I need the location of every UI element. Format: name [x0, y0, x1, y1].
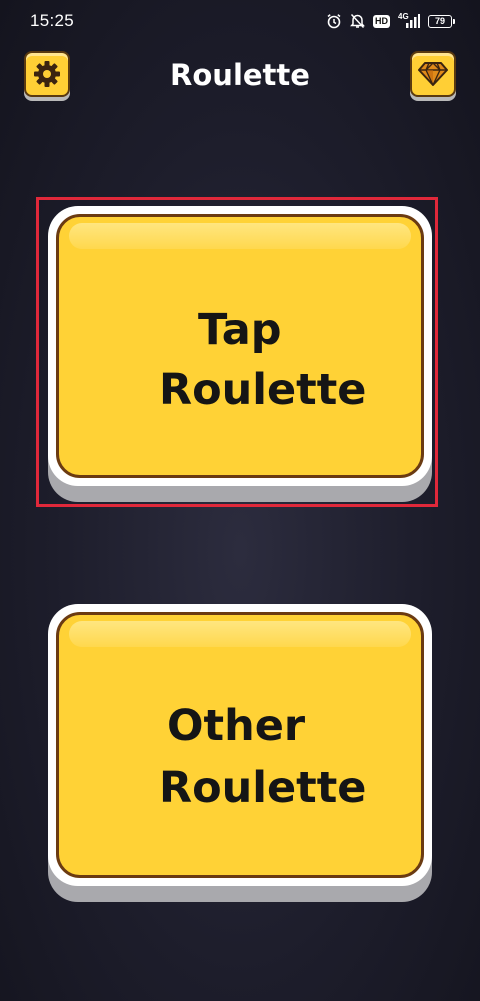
diamond-icon	[418, 61, 448, 87]
tap-roulette-button-face: Tap Roulette	[56, 214, 424, 478]
status-bar: 15:25 HD 4G 79	[0, 0, 480, 42]
tap-roulette-label-line1: Tap	[198, 305, 282, 355]
status-icons: HD 4G 79	[326, 12, 455, 29]
other-roulette-button-face: Other Roulette	[56, 612, 424, 878]
battery-level: 79	[434, 16, 445, 26]
battery-icon: 79	[428, 14, 455, 28]
tap-roulette-button[interactable]: Tap Roulette	[48, 206, 432, 486]
page-title: Roulette	[170, 58, 310, 92]
status-time: 15:25	[30, 11, 75, 30]
app-header: Roulette	[0, 48, 480, 108]
tap-roulette-label-line2: Roulette	[159, 365, 367, 415]
gem-button[interactable]	[410, 51, 456, 97]
other-roulette-label-line1: Other	[167, 701, 306, 751]
alarm-icon	[326, 13, 342, 29]
signal-4g-icon: 4G	[398, 12, 420, 29]
other-roulette-button[interactable]: Other Roulette	[48, 604, 432, 886]
other-roulette-label-line2: Roulette	[159, 763, 367, 813]
bell-off-icon	[350, 13, 365, 29]
hd-badge: HD	[373, 14, 390, 28]
